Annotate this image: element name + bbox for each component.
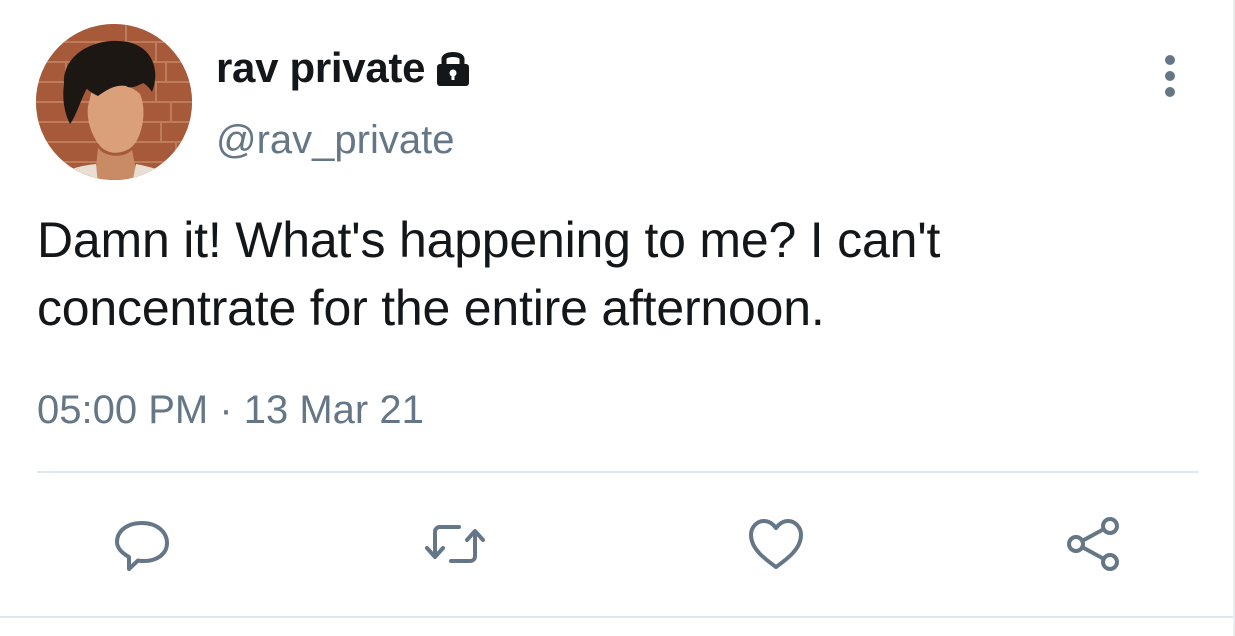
- heart-icon: [749, 519, 803, 569]
- tweet-text: Damn it! What's happening to me? I can't…: [37, 206, 1197, 342]
- like-button[interactable]: [744, 512, 808, 576]
- more-vertical-icon[interactable]: [1152, 52, 1188, 100]
- share-icon: [1067, 517, 1119, 571]
- card-bottom-border: [0, 616, 1235, 618]
- display-name[interactable]: rav private: [216, 44, 425, 92]
- reply-button[interactable]: [110, 512, 174, 576]
- share-button[interactable]: [1062, 512, 1126, 576]
- divider: [37, 471, 1199, 473]
- avatar-image: [36, 24, 192, 180]
- display-name-row: rav private: [216, 42, 471, 94]
- retweet-button[interactable]: [423, 512, 487, 576]
- tweet-card: rav private @rav_private Damn it! What's…: [0, 0, 1235, 636]
- lock-icon: [435, 48, 471, 88]
- tweet-timestamp[interactable]: 05:00 PM · 13 Mar 21: [37, 388, 424, 433]
- retweet-icon: [425, 525, 485, 563]
- user-handle[interactable]: @rav_private: [216, 118, 454, 163]
- avatar[interactable]: [36, 24, 192, 180]
- reply-icon: [115, 521, 169, 571]
- tweet-text-line: Damn it! What's happening to me? I can't: [37, 212, 941, 268]
- tweet-text-line: concentrate for the entire afternoon.: [37, 280, 825, 336]
